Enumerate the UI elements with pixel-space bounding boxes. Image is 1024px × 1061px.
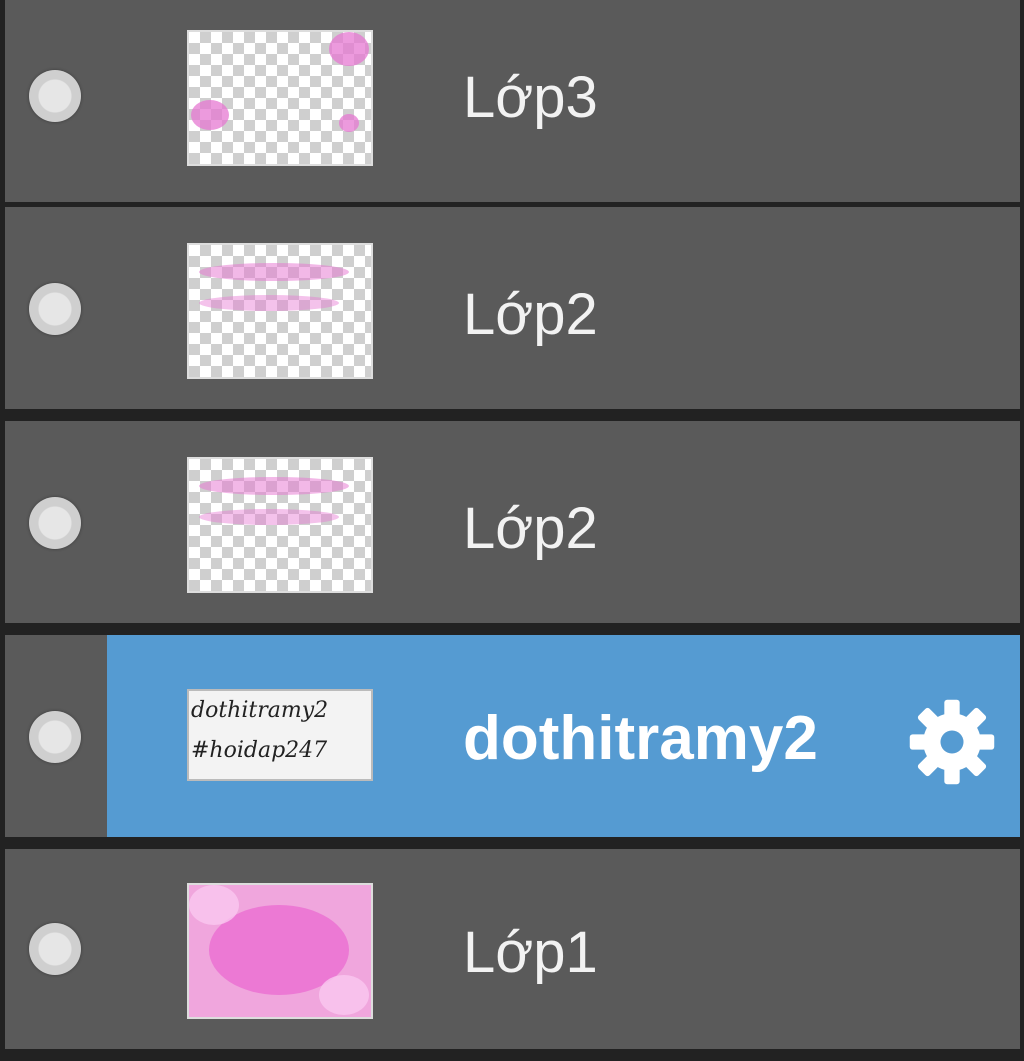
- layer-name: dothitramy2: [463, 704, 818, 773]
- layer-name: Lớp3: [463, 65, 598, 130]
- visibility-toggle-icon[interactable]: [29, 497, 81, 549]
- layer-row[interactable]: Lớp2: [5, 421, 1020, 623]
- layer-row[interactable]: Lớp1: [5, 849, 1020, 1049]
- layer-row[interactable]: Lớp3: [5, 0, 1020, 202]
- visibility-toggle-icon[interactable]: [29, 711, 81, 763]
- layer-thumbnail: [187, 30, 373, 166]
- gear-icon[interactable]: [904, 694, 1000, 790]
- layer-thumbnail: dothitramy2 #hoidap247: [187, 689, 373, 781]
- layers-panel: Lớp3 Lớp2 Lớp2 dothitramy2 #hoidap247 do…: [0, 0, 1024, 1061]
- visibility-toggle-icon[interactable]: [29, 283, 81, 335]
- thumbnail-text-line: #hoidap247: [191, 738, 328, 763]
- layer-thumbnail: [187, 243, 373, 379]
- layer-row-selected[interactable]: dothitramy2 #hoidap247 dothitramy2: [5, 635, 1020, 837]
- thumbnail-text-line: dothitramy2: [191, 698, 329, 723]
- layer-name: Lớp2: [463, 282, 598, 347]
- visibility-toggle-icon[interactable]: [29, 923, 81, 975]
- layer-thumbnail: [187, 883, 373, 1019]
- layer-row[interactable]: Lớp2: [5, 207, 1020, 409]
- layer-name: Lớp1: [463, 920, 598, 985]
- layer-name: Lớp2: [463, 496, 598, 561]
- layer-thumbnail: [187, 457, 373, 593]
- visibility-toggle-icon[interactable]: [29, 70, 81, 122]
